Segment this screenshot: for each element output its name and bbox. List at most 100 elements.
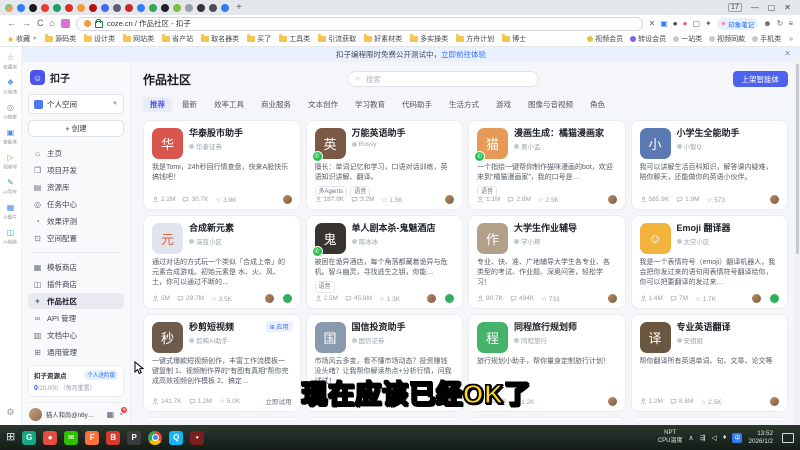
- taskbar-app-icon[interactable]: B: [106, 431, 120, 445]
- agent-card[interactable]: 值 值得买AI购物管家-张大妈: [306, 417, 464, 420]
- scrollbar-thumb[interactable]: [796, 64, 799, 254]
- browser-tab[interactable]: [5, 4, 13, 12]
- maximize-button[interactable]: ▢: [768, 3, 776, 12]
- user-row[interactable]: 猫人和尚@n8y… ▦ ◔9: [28, 402, 124, 422]
- rail-item[interactable]: ▦AI图片: [2, 204, 18, 221]
- menu-icon[interactable]: ≡: [788, 19, 793, 28]
- agent-card[interactable]: 鬼✆ 单人剧本杀-鬼魅酒店 周冰冰 被困在诡异酒店，每个角落都藏着诡异与危机。智…: [306, 215, 464, 309]
- bell-icon[interactable]: ◔9: [118, 410, 123, 419]
- input-method-icon[interactable]: 中: [732, 433, 742, 443]
- search-input[interactable]: [364, 74, 530, 85]
- taskbar-app-icon[interactable]: ●: [43, 431, 57, 445]
- tab-10[interactable]: 角色: [583, 97, 612, 112]
- browser-tab[interactable]: [53, 4, 61, 12]
- agent-card[interactable]: ⊞ 应用 媒 自媒体运营大师V2: [631, 417, 789, 420]
- browser-tab[interactable]: [17, 4, 25, 12]
- tab-5[interactable]: 学习教育: [348, 97, 392, 112]
- sidebar-item-api-management[interactable]: ∞API 管理: [28, 310, 124, 326]
- start-button[interactable]: ⊞: [6, 432, 15, 443]
- banner-close-icon[interactable]: ✕: [784, 49, 791, 58]
- favorites-menu[interactable]: ★收藏▼: [7, 34, 37, 44]
- banner-link[interactable]: 立即前往体验: [441, 49, 486, 60]
- sidebar-item-project-dev[interactable]: ❒项目开发: [28, 162, 124, 178]
- rail-item[interactable]: ✎AI写作: [2, 179, 18, 196]
- browser-tab[interactable]: [77, 4, 85, 12]
- evernote-clipper-pill[interactable]: ✳印象笔记: [717, 18, 758, 30]
- browser-tab[interactable]: [89, 4, 97, 12]
- bookmark-folder[interactable]: 工具类: [279, 34, 310, 44]
- bookmark-folder[interactable]: 网站类: [123, 34, 154, 44]
- workspace-selector[interactable]: 个人空间 ▼: [28, 94, 124, 114]
- bookmark-item[interactable]: 一站类: [673, 34, 702, 44]
- browser-tab[interactable]: [137, 4, 145, 12]
- bookmark-folder[interactable]: 多实操类: [410, 34, 448, 44]
- action-center-icon[interactable]: [782, 433, 794, 443]
- agent-card[interactable]: ☺ Emoji 翻译器 太空小区 我是一个表情符号（emoji）翻译机器人，我会…: [631, 215, 789, 309]
- sidepanel-icon[interactable]: ▢: [692, 19, 700, 28]
- bookmark-folder[interactable]: 引流获取: [318, 34, 356, 44]
- bookmark-item[interactable]: 视频会员: [587, 34, 623, 44]
- home-button[interactable]: ⌂: [50, 19, 55, 28]
- publish-agent-button[interactable]: 上架智能体: [733, 71, 789, 87]
- tray-expand-icon[interactable]: ∧: [689, 434, 694, 442]
- tab-0[interactable]: 推荐: [143, 97, 172, 112]
- agent-card[interactable]: ⊞ 应用 秒 秒剪短视频 剪映AI助手 一键式爆款短视频创作，丰富工作流模板一键…: [143, 314, 301, 412]
- taskbar-app-icon[interactable]: F: [85, 431, 99, 445]
- chrome-icon[interactable]: [148, 431, 162, 445]
- tab-4[interactable]: 文本创作: [301, 97, 345, 112]
- sync-icon[interactable]: ↻: [777, 19, 784, 28]
- agent-card[interactable]: 小 小学生全能助手 小智Q 我可以讲解生活百科知识，解答课内疑难，陪你聊天，还能…: [631, 120, 789, 210]
- new-tab-button[interactable]: +: [236, 3, 242, 13]
- sidebar-item-works-community[interactable]: ✦作品社区: [28, 293, 124, 309]
- rail-item[interactable]: ☆收藏夹: [2, 54, 19, 71]
- browser-tab[interactable]: [29, 4, 37, 12]
- browser-tab[interactable]: [125, 4, 133, 12]
- image-ext-icon[interactable]: ▣: [660, 19, 668, 28]
- rail-item[interactable]: ▷视频号: [2, 154, 19, 171]
- sidebar-item-evaluation[interactable]: ◔效果评测: [28, 213, 124, 229]
- speaker-icon[interactable]: ◁: [712, 434, 717, 442]
- bookmark-folder[interactable]: 博士: [502, 34, 526, 44]
- network-icon[interactable]: ⇶: [700, 434, 706, 442]
- sidebar-item-template-store[interactable]: ▦模板商店: [28, 259, 124, 275]
- forward-button[interactable]: →: [22, 19, 31, 28]
- mic-icon[interactable]: ♦: [723, 434, 727, 441]
- browser-tab[interactable]: [185, 4, 193, 12]
- agent-card[interactable]: 红 小红书账号拆解神器: [143, 417, 301, 420]
- extension-icon[interactable]: [61, 19, 70, 28]
- sidebar-item-home[interactable]: ⌂主页: [28, 145, 124, 161]
- ext-dot-dark-icon[interactable]: ●: [673, 19, 678, 28]
- try-now-link[interactable]: 立即试用: [266, 396, 292, 406]
- close-button[interactable]: ✕: [784, 3, 791, 12]
- scrollbar-track[interactable]: [795, 46, 800, 425]
- agent-card[interactable]: 英✆ 万能英语助手 Rossy 擅长：单词记忆和学习，口语对话训练，英语知识讲解…: [306, 120, 464, 210]
- bookmarks-overflow[interactable]: »: [789, 36, 793, 43]
- bookmark-folder[interactable]: 取名器类: [201, 34, 239, 44]
- create-button[interactable]: + 创建: [28, 120, 124, 137]
- tab-2[interactable]: 效率工具: [207, 97, 251, 112]
- omnibox[interactable]: coze.cn / 作品社区 - 扣子: [76, 17, 643, 31]
- close-small-icon[interactable]: ✕: [649, 19, 656, 28]
- taskbar-app-icon[interactable]: •: [190, 431, 204, 445]
- search-box[interactable]: ○: [347, 71, 538, 87]
- tab-8[interactable]: 游戏: [489, 97, 518, 112]
- reload-button[interactable]: C: [37, 19, 44, 28]
- browser-tab[interactable]: [221, 4, 229, 12]
- tab-6[interactable]: 代码助手: [395, 97, 439, 112]
- browser-tab[interactable]: [149, 4, 157, 12]
- tab-3[interactable]: 商业服务: [254, 97, 298, 112]
- rail-item[interactable]: ◫AI视频: [2, 229, 18, 246]
- bookmark-folder[interactable]: 源码类: [45, 34, 76, 44]
- qr-code-icon[interactable]: ▦: [107, 410, 115, 419]
- browser-tab[interactable]: [41, 4, 49, 12]
- bookmark-folder[interactable]: 设计类: [84, 34, 115, 44]
- bookmark-folder[interactable]: 好素材类: [364, 34, 402, 44]
- tab-9[interactable]: 图像与音视频: [521, 97, 580, 112]
- sidebar-item-general-management[interactable]: ⊞通用管理: [28, 344, 124, 360]
- agent-card[interactable]: 猫✆ 漫画生成：橘猫漫画家 吴小孟 一个指绘一键帮你制作猫咪漫画的bot，欢迎来…: [468, 120, 626, 210]
- browser-tab[interactable]: [173, 4, 181, 12]
- tab-7[interactable]: 生活方式: [442, 97, 486, 112]
- bookmark-folder[interactable]: 买了: [247, 34, 271, 44]
- sidebar-item-resource-library[interactable]: ▤资源库: [28, 179, 124, 195]
- sidebar-item-doc-center[interactable]: ▥文档中心: [28, 327, 124, 343]
